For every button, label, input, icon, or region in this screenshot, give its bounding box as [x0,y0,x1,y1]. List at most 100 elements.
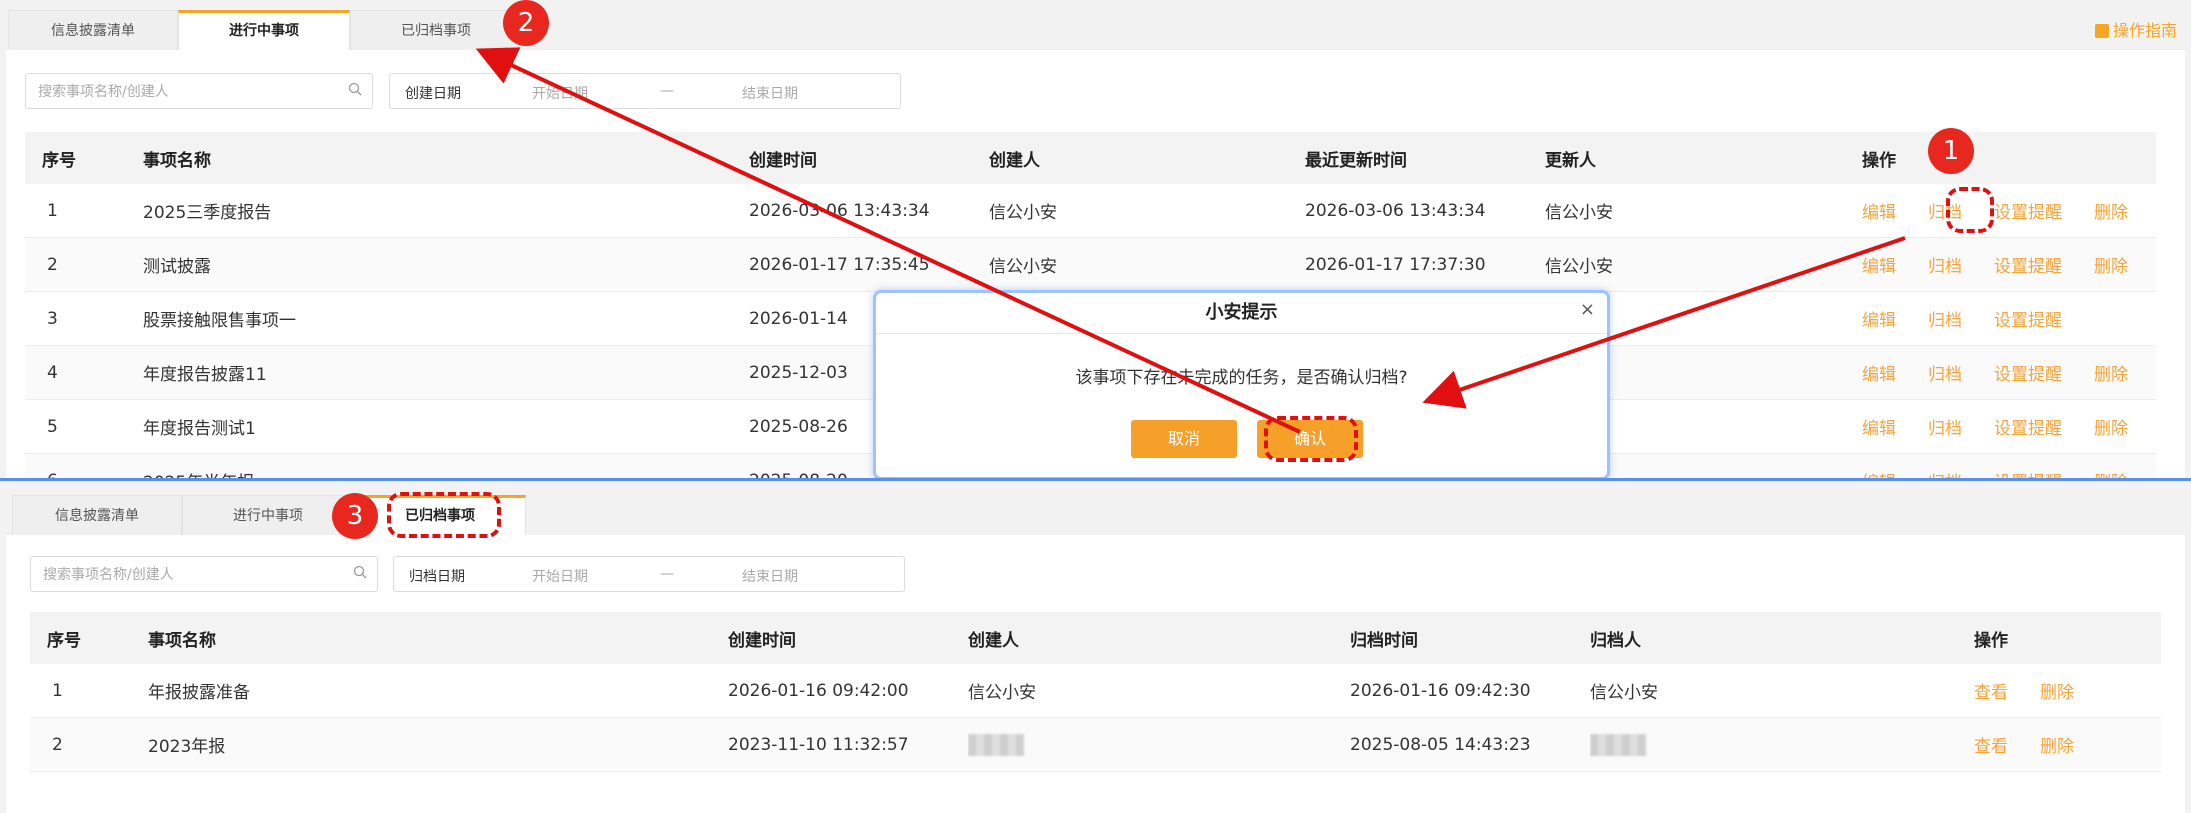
tab-archived[interactable]: 已归档事项 [350,10,522,50]
archive-link[interactable]: 归档 [1928,257,1962,277]
delete-link[interactable]: 删除 [2094,203,2128,223]
highlight-archive-op [1946,187,1994,233]
archive-link[interactable]: 归档 [1928,311,1962,331]
delete-link[interactable]: 删除 [2094,257,2128,277]
set-reminder-link[interactable]: 设置提醒 [1994,203,2062,223]
col-header-created: 创建时间 [749,132,989,184]
delete-link[interactable]: 删除 [2094,365,2128,385]
view-link[interactable]: 查看 [1974,737,2008,757]
delete-link[interactable]: 删除 [2094,419,2128,439]
end-date-input[interactable]: 结束日期 [742,566,798,586]
edit-link[interactable]: 编辑 [1862,203,1896,223]
item-name: 年度报告披露11 [143,345,749,400]
delete-link[interactable]: 删除 [2040,737,2074,757]
tab-bar: 信息披露清单 进行中事项 已归档事项 [8,10,522,50]
col-header-created: 创建时间 [728,612,968,664]
tab-in-progress[interactable]: 进行中事项 [182,495,354,535]
redacted-name [1590,733,1646,756]
set-reminder-link[interactable]: 设置提醒 [1994,311,2062,331]
row-actions: 查看 删除 [1974,717,2161,772]
updated-time: 2026-03-06 13:43:34 [1305,184,1545,238]
table-header: 序号 事项名称 创建时间 创建人 归档时间 归档人 操作 [30,612,2161,664]
creator: 信公小安 [968,664,1350,718]
search-input[interactable] [36,75,340,109]
archived-time: 2026-01-16 09:42:30 [1350,664,1590,718]
created-time: 2026-01-16 09:42:00 [728,664,968,718]
created-time: 2023-11-10 11:32:57 [728,717,968,772]
col-header-actions: 操作 [1974,612,2161,664]
item-name: 股票接触限售事项一 [143,291,749,346]
col-header-name: 事项名称 [143,132,749,184]
date-separator: — [660,83,674,99]
col-header-updater: 更新人 [1545,132,1862,184]
start-date-input[interactable]: 开始日期 [532,83,588,103]
archive-link[interactable]: 归档 [1928,419,1962,439]
archived-table: 序号 事项名称 创建时间 创建人 归档时间 归档人 操作 1 年报披露准备 2026… [30,612,2161,772]
tab-disclosure-list[interactable]: 信息披露清单 [8,10,178,50]
date-range-label: 创建日期 [405,86,461,102]
view-link[interactable]: 查看 [1974,683,2008,703]
col-header-archived-time: 归档时间 [1350,612,1590,664]
col-header-creator: 创建人 [968,612,1350,664]
row-no: 6 [25,453,143,478]
edit-link[interactable]: 编辑 [1862,311,1896,331]
archive-link[interactable]: 归档 [1928,365,1962,385]
edit-link[interactable]: 编辑 [1862,365,1896,385]
tab-in-progress[interactable]: 进行中事项 [178,10,350,50]
operation-guide-link[interactable]: 操作指南 [2094,17,2177,41]
row-no: 5 [25,399,143,454]
book-icon [2094,24,2109,38]
archiver: 信公小安 [1590,664,1974,718]
item-name: 2025三季度报告 [143,184,749,238]
col-header-archiver: 归档人 [1590,612,1974,664]
highlight-archived-tab [387,492,501,538]
row-actions: 编辑 归档 设置提醒 [1862,291,2156,346]
updater: 信公小安 [1545,184,1862,238]
date-range-picker[interactable]: 创建日期 开始日期 — 结束日期 [389,73,901,109]
row-no: 1 [30,664,148,718]
col-header-name: 事项名称 [148,612,728,664]
search-icon[interactable] [353,565,367,579]
row-no: 2 [25,237,143,292]
search-input[interactable] [41,558,345,592]
search-icon[interactable] [348,82,362,96]
item-name: 年报披露准备 [148,664,728,718]
tab-disclosure-list[interactable]: 信息披露清单 [12,495,182,535]
dialog-title: 小安提示 [876,293,1607,334]
date-range-picker[interactable]: 归档日期 开始日期 — 结束日期 [393,556,905,592]
item-name: 测试披露 [143,237,749,292]
updated-time: 2026-01-17 17:37:30 [1305,237,1545,292]
active-items-panel: 信息披露清单 进行中事项 已归档事项 操作指南 创建日期 开始日期 — 结束日期… [0,0,2191,478]
item-name: 2023年报 [148,717,728,772]
edit-link[interactable]: 编辑 [1862,419,1896,439]
cancel-button[interactable]: 取消 [1131,420,1237,458]
row-no: 4 [25,345,143,400]
row-no: 3 [25,291,143,346]
confirm-archive-dialog: 小安提示 × 该事项下存在未完成的任务，是否确认归档? 取消 确认 [873,290,1610,478]
row-actions: 查看 删除 [1974,664,2161,718]
row-actions: 编辑 归档 设置提醒 删除 [1862,237,2156,292]
delete-link[interactable]: 删除 [2040,683,2074,703]
archived-time: 2025-08-05 14:43:23 [1350,717,1590,772]
dialog-message: 该事项下存在未完成的任务，是否确认归档? [1075,368,1408,388]
end-date-input[interactable]: 结束日期 [742,83,798,103]
operation-guide-label: 操作指南 [2112,21,2177,40]
search-field[interactable] [30,556,378,592]
row-actions: 编辑归档设置提醒删除 [1862,453,2156,478]
item-name: 年度报告测试1 [143,399,749,454]
search-field[interactable] [25,73,373,109]
set-reminder-link[interactable]: 设置提醒 [1994,365,2062,385]
start-date-input[interactable]: 开始日期 [532,566,588,586]
archiver [1590,717,1974,772]
content-area: 归档日期 开始日期 — 结束日期 序号 事项名称 创建时间 创建人 归档时间 归… [6,535,2185,813]
row-actions: 编辑归档设置提醒删除 [1862,184,2156,238]
set-reminder-link[interactable]: 设置提醒 [1994,257,2062,277]
table-header: 序号 事项名称 创建时间 创建人 最近更新时间 更新人 操作 [25,132,2156,184]
step-badge-3: 3 [332,493,378,539]
table-row: 1 年报披露准备 2026-01-16 09:42:00 信公小安 2026-01-16… [30,664,2161,718]
edit-link[interactable]: 编辑 [1862,257,1896,277]
close-icon[interactable]: × [1580,299,1595,320]
creator: 信公小安 [989,184,1305,238]
created-time: 2026-01-17 17:35:45 [749,237,989,292]
set-reminder-link[interactable]: 设置提醒 [1994,419,2062,439]
